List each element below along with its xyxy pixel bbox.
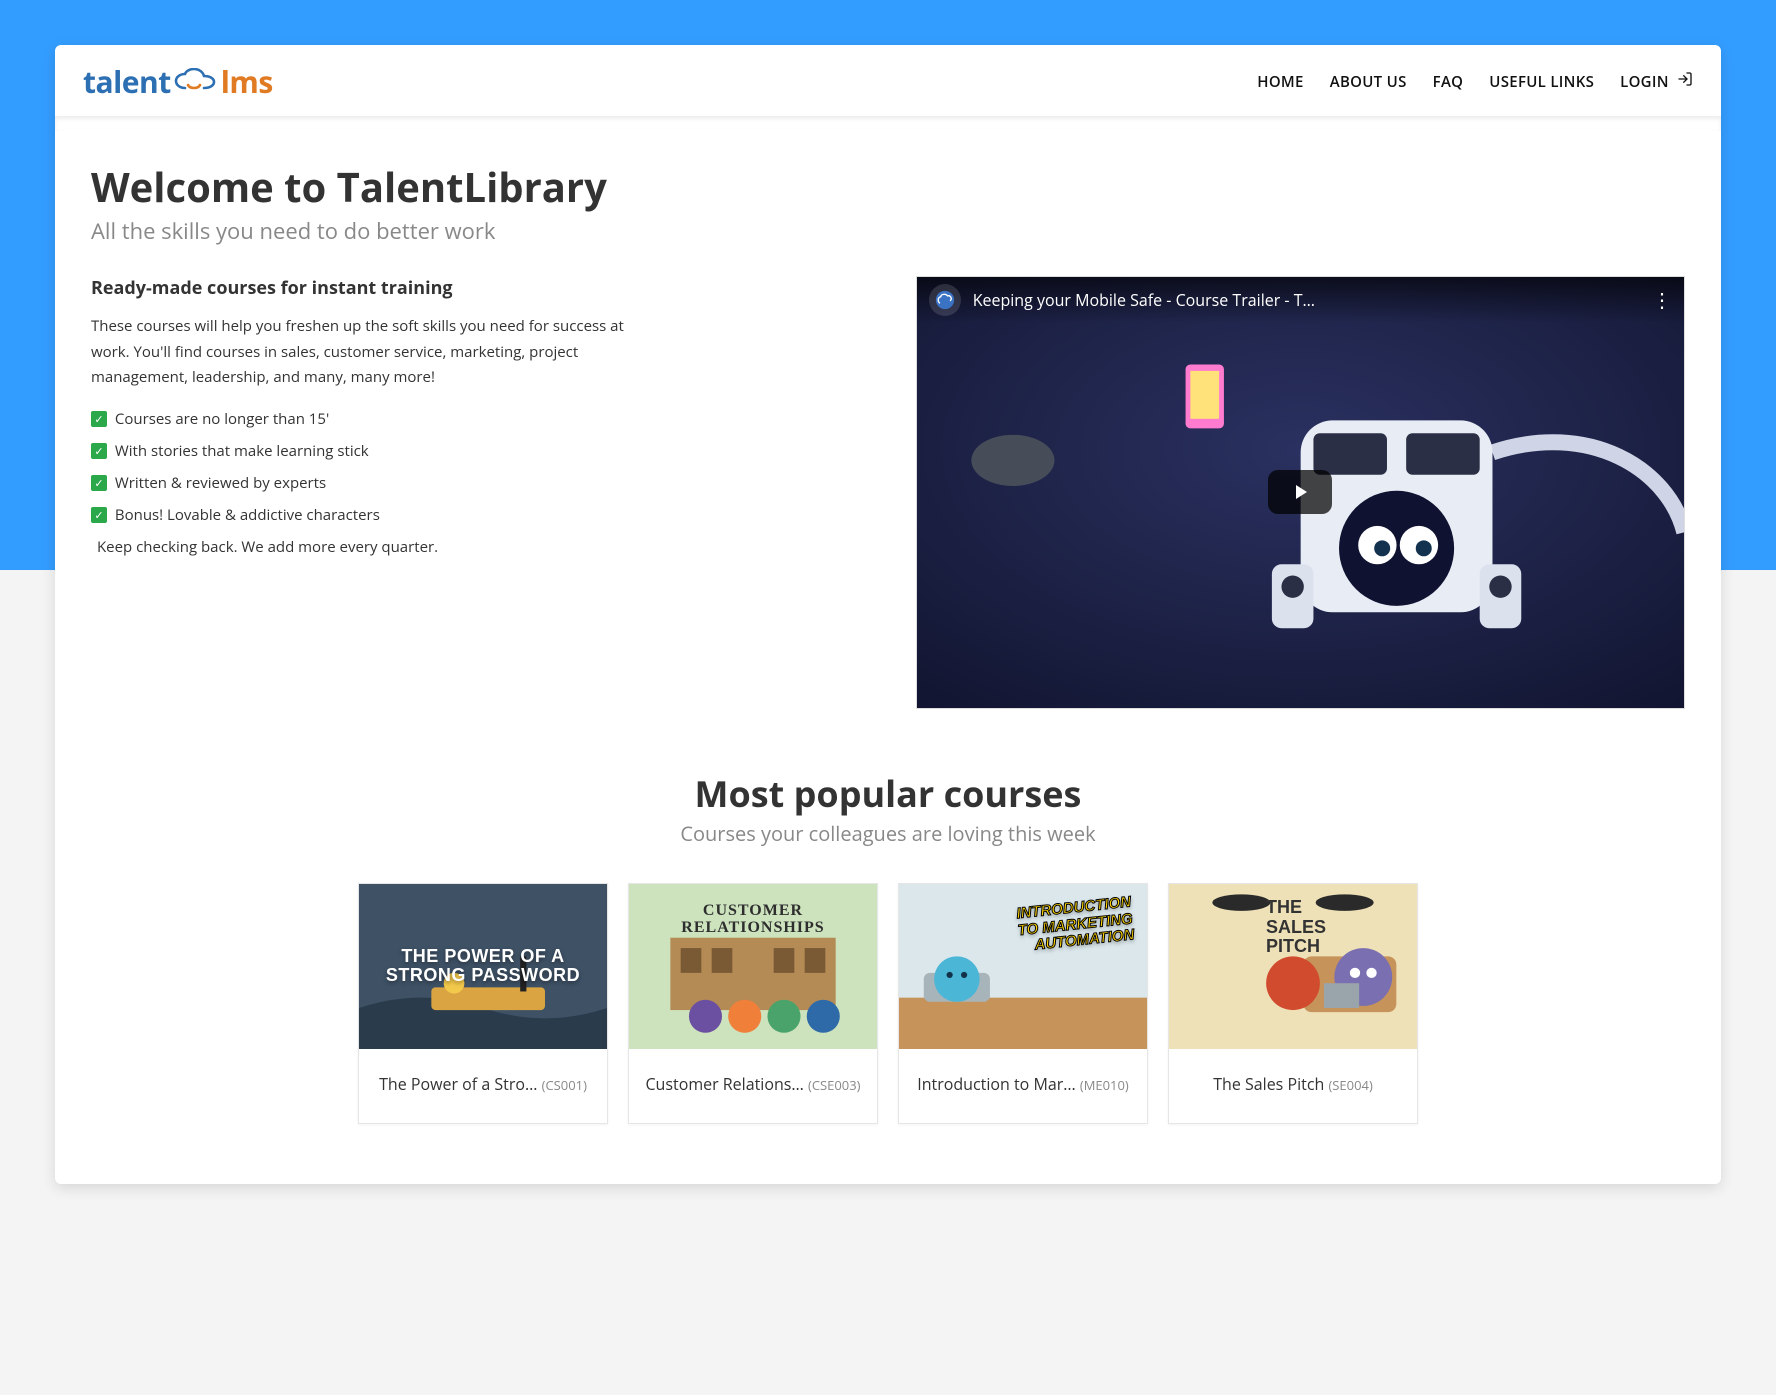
video-panel: Keeping your Mobile Safe - Course Traile… bbox=[916, 276, 1685, 709]
popular-section: Most popular courses Courses your collea… bbox=[55, 729, 1721, 1184]
channel-avatar-icon[interactable] bbox=[929, 284, 961, 316]
course-code: (SE004) bbox=[1328, 1076, 1372, 1094]
cloud-icon bbox=[173, 68, 219, 96]
feature-item: ✓ Bonus! Lovable & addictive characters bbox=[91, 505, 876, 525]
course-code: (CSE003) bbox=[808, 1076, 861, 1094]
thumb-text: THESALESPITCH bbox=[1260, 892, 1326, 957]
page-tagline: All the skills you need to do better wor… bbox=[91, 216, 1685, 246]
thumb-text: INTRODUCTIONTO MARKETINGAUTOMATION bbox=[1015, 886, 1142, 956]
nav-about-us[interactable]: ABOUT US bbox=[1330, 72, 1407, 92]
course-thumbnail: CUSTOMERRELATIONSHIPS bbox=[629, 884, 877, 1049]
check-icon: ✓ bbox=[91, 411, 107, 427]
feature-text: With stories that make learning stick bbox=[115, 441, 369, 461]
course-card[interactable]: THE POWER OF ASTRONG PASSWORD The Power … bbox=[358, 883, 608, 1124]
check-icon: ✓ bbox=[91, 507, 107, 523]
thumb-text: THE POWER OF ASTRONG PASSWORD bbox=[386, 947, 580, 987]
header-divider bbox=[55, 117, 1721, 131]
video-title: Keeping your Mobile Safe - Course Traile… bbox=[973, 289, 1640, 311]
popular-subtitle: Courses your colleagues are loving this … bbox=[75, 820, 1701, 847]
login-icon bbox=[1677, 71, 1693, 87]
course-grid: THE POWER OF ASTRONG PASSWORD The Power … bbox=[75, 883, 1701, 1124]
feature-text: Bonus! Lovable & addictive characters bbox=[115, 505, 380, 525]
course-card[interactable]: CUSTOMERRELATIONSHIPS Customer Relations… bbox=[628, 883, 878, 1124]
page-title: Welcome to TalentLibrary bbox=[91, 159, 1685, 214]
feature-item: ✓ With stories that make learning stick bbox=[91, 441, 876, 461]
check-icon: ✓ bbox=[91, 475, 107, 491]
course-card[interactable]: INTRODUCTIONTO MARKETINGAUTOMATION Intro… bbox=[898, 883, 1148, 1124]
course-thumbnail: THESALESPITCH bbox=[1169, 884, 1417, 1049]
play-button[interactable] bbox=[1268, 470, 1332, 514]
nav-useful-links[interactable]: USEFUL LINKS bbox=[1489, 72, 1594, 92]
login-label: LOGIN bbox=[1620, 72, 1669, 92]
feature-text: Courses are no longer than 15' bbox=[115, 409, 329, 429]
nav-faq[interactable]: FAQ bbox=[1433, 72, 1464, 92]
brand-logo[interactable]: talent lms bbox=[83, 61, 273, 102]
intro-description: These courses will help you freshen up t… bbox=[91, 314, 651, 391]
feature-text: Written & reviewed by experts bbox=[115, 473, 326, 493]
course-meta: The Power of a Stro… (CS001) bbox=[359, 1049, 607, 1123]
thumb-text: CUSTOMERRELATIONSHIPS bbox=[681, 892, 824, 937]
top-bar: talent lms HOME ABOUT US FAQ USEFUL LINK… bbox=[55, 45, 1721, 117]
video-topbar: Keeping your Mobile Safe - Course Traile… bbox=[917, 277, 1684, 323]
feature-item: ✓ Written & reviewed by experts bbox=[91, 473, 876, 493]
course-title: Customer Relations… bbox=[645, 1073, 803, 1095]
nav-login[interactable]: LOGIN bbox=[1620, 71, 1693, 92]
main-nav: HOME ABOUT US FAQ USEFUL LINKS LOGIN bbox=[1257, 71, 1693, 92]
intro-note: Keep checking back. We add more every qu… bbox=[97, 537, 876, 557]
popular-title: Most popular courses bbox=[75, 769, 1701, 818]
course-title: The Power of a Stro… bbox=[379, 1073, 537, 1095]
course-code: (CS001) bbox=[542, 1076, 587, 1094]
intro-heading: Ready-made courses for instant training bbox=[91, 276, 876, 300]
course-code: (ME010) bbox=[1080, 1076, 1129, 1094]
video-player[interactable]: Keeping your Mobile Safe - Course Traile… bbox=[916, 276, 1685, 709]
hero: Welcome to TalentLibrary All the skills … bbox=[55, 131, 1721, 246]
course-title: Introduction to Mar… bbox=[917, 1073, 1076, 1095]
course-title: The Sales Pitch bbox=[1213, 1073, 1324, 1095]
feature-list: ✓ Courses are no longer than 15' ✓ With … bbox=[91, 409, 876, 525]
course-thumbnail: INTRODUCTIONTO MARKETINGAUTOMATION bbox=[899, 884, 1147, 1049]
intro-row: Ready-made courses for instant training … bbox=[55, 246, 1721, 729]
course-meta: Introduction to Mar… (ME010) bbox=[899, 1049, 1147, 1123]
check-icon: ✓ bbox=[91, 443, 107, 459]
course-thumbnail: THE POWER OF ASTRONG PASSWORD bbox=[359, 884, 607, 1049]
brand-word-talent: talent bbox=[83, 61, 171, 102]
feature-item: ✓ Courses are no longer than 15' bbox=[91, 409, 876, 429]
app-frame: talent lms HOME ABOUT US FAQ USEFUL LINK… bbox=[55, 45, 1721, 1184]
intro-text: Ready-made courses for instant training … bbox=[91, 276, 876, 557]
nav-home[interactable]: HOME bbox=[1257, 72, 1303, 92]
course-card[interactable]: THESALESPITCH The Sales Pitch (SE004) bbox=[1168, 883, 1418, 1124]
brand-word-lms: lms bbox=[221, 61, 273, 102]
course-meta: The Sales Pitch (SE004) bbox=[1169, 1049, 1417, 1123]
course-meta: Customer Relations… (CSE003) bbox=[629, 1049, 877, 1123]
